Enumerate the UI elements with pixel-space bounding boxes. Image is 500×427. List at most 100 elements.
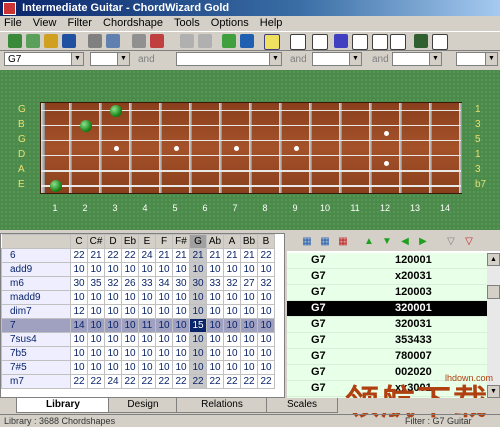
table-cell[interactable]: 10 [104, 262, 122, 277]
table-cell[interactable]: 30 [70, 276, 88, 291]
table-row[interactable]: 7b5 10 10 10 10 10 10 10 10 10 10 10 10 [1, 346, 275, 361]
menu-chordshape[interactable]: Chordshape [103, 16, 163, 30]
filter-icon[interactable]: ▽ [445, 236, 457, 248]
table-row[interactable]: 7sus4 10 10 10 10 10 10 10 10 10 10 10 10 [1, 332, 275, 347]
table-cell[interactable]: 10 [240, 346, 258, 361]
table-cell[interactable]: 22 [70, 248, 88, 263]
chord-view-2-icon[interactable] [312, 34, 328, 50]
table-cell[interactable]: 10 [206, 332, 224, 347]
guitar-neck[interactable] [40, 102, 462, 194]
table-cell[interactable]: 10 [155, 304, 173, 319]
table-cell[interactable]: 32 [104, 276, 122, 291]
chord-view-5-icon[interactable] [372, 34, 388, 50]
table-cell[interactable]: 10 [206, 360, 224, 375]
tab-relations[interactable]: Relations [176, 398, 268, 413]
table-cell[interactable]: 10 [172, 262, 190, 277]
table-cell[interactable]: 10 [121, 360, 139, 375]
table-cell[interactable]: 10 [257, 290, 275, 305]
list-item[interactable]: G7 320031 [287, 317, 487, 333]
table-cell[interactable]: 24 [104, 374, 122, 389]
scroll-thumb[interactable] [487, 285, 500, 299]
table-cell[interactable]: 10 [206, 304, 224, 319]
column-header-csharp[interactable]: C# [87, 234, 105, 249]
finger-position-marker[interactable] [50, 179, 62, 192]
table-cell[interactable]: 10 [240, 332, 258, 347]
table-row[interactable]: 6 22 21 22 22 24 21 21 21 21 21 21 22 [1, 248, 275, 263]
chord-view-4-icon[interactable] [352, 34, 368, 50]
menu-filter[interactable]: Filter [68, 16, 92, 30]
table-cell[interactable]: 22 [87, 374, 105, 389]
table-cell[interactable]: 24 [138, 248, 156, 263]
fretboard-view-icon[interactable] [264, 34, 280, 50]
chevron-down-icon[interactable]: ▼ [485, 53, 497, 65]
table-cell[interactable]: 10 [104, 318, 122, 333]
table-cell[interactable]: 10 [257, 318, 275, 333]
chevron-down-icon[interactable]: ▼ [71, 53, 83, 65]
table-row[interactable]: madd9 10 10 10 10 10 10 10 10 10 10 10 10 [1, 290, 275, 305]
table-cell[interactable]: 10 [240, 290, 258, 305]
table-cell[interactable]: 21 [172, 248, 190, 263]
list-item[interactable]: G7 353433 [287, 333, 487, 349]
menu-options[interactable]: Options [211, 16, 249, 30]
chord-view-1-icon[interactable] [290, 34, 306, 50]
chord-type-name[interactable]: add9 [1, 262, 71, 277]
shape-tool-3-icon[interactable]: ▦ [337, 236, 349, 248]
list-item[interactable]: G7 320001 [287, 301, 487, 317]
filter-select-2[interactable]: ▼ [90, 52, 130, 66]
table-cell[interactable]: 22 [189, 374, 207, 389]
table-cell[interactable]: 35 [87, 276, 105, 291]
table-cell[interactable]: 34 [155, 276, 173, 291]
table-cell[interactable]: 10 [155, 262, 173, 277]
table-cell[interactable]: 10 [138, 346, 156, 361]
table-cell[interactable]: 15 [189, 318, 207, 333]
table-cell[interactable]: 10 [206, 318, 224, 333]
table-cell[interactable]: 10 [121, 318, 139, 333]
table-cell[interactable]: 33 [138, 276, 156, 291]
zoom-icon[interactable] [414, 34, 428, 48]
table-cell[interactable]: 22 [206, 374, 224, 389]
chevron-down-icon[interactable]: ▼ [269, 53, 281, 65]
table-cell[interactable]: 10 [223, 304, 241, 319]
chord-type-name[interactable]: m7 [1, 374, 71, 389]
arrow-up-icon[interactable]: ▲ [363, 236, 375, 248]
table-cell[interactable]: 10 [257, 346, 275, 361]
menu-help[interactable]: Help [260, 16, 283, 30]
filter-select-4[interactable]: ▼ [312, 52, 362, 66]
save-icon[interactable] [62, 34, 76, 48]
table-cell[interactable]: 11 [138, 318, 156, 333]
table-cell[interactable]: 10 [87, 332, 105, 347]
arrow-down-icon[interactable]: ▼ [381, 236, 393, 248]
table-cell[interactable]: 12 [70, 304, 88, 319]
arrow-right-icon[interactable]: ▶ [417, 236, 429, 248]
table-cell[interactable]: 10 [87, 346, 105, 361]
table-cell[interactable]: 10 [223, 332, 241, 347]
chord-type-name[interactable]: 6 [1, 248, 71, 263]
table-cell[interactable]: 10 [206, 262, 224, 277]
table-cell[interactable]: 10 [121, 332, 139, 347]
table-cell[interactable]: 21 [240, 248, 258, 263]
table-cell[interactable]: 22 [121, 248, 139, 263]
column-header-fsharp[interactable]: F# [172, 234, 190, 249]
table-cell[interactable]: 21 [223, 248, 241, 263]
table-cell[interactable]: 10 [189, 262, 207, 277]
table-cell[interactable]: 10 [189, 290, 207, 305]
table-cell[interactable]: 10 [104, 304, 122, 319]
clear-filter-icon[interactable] [150, 34, 164, 48]
scroll-up-icon[interactable]: ▲ [487, 253, 500, 266]
table-cell[interactable]: 10 [104, 290, 122, 305]
chord-filter-select[interactable]: G7 ▼ [4, 52, 84, 66]
table-cell[interactable]: 10 [87, 318, 105, 333]
chord-type-name[interactable]: m6 [1, 276, 71, 291]
table-cell[interactable]: 26 [121, 276, 139, 291]
table-cell[interactable]: 14 [70, 318, 88, 333]
list-item[interactable]: G7 120003 [287, 285, 487, 301]
table-cell[interactable]: 10 [172, 360, 190, 375]
table-cell[interactable]: 10 [189, 346, 207, 361]
chevron-down-icon[interactable]: ▼ [429, 53, 441, 65]
table-cell[interactable]: 27 [240, 276, 258, 291]
table-cell[interactable]: 10 [223, 346, 241, 361]
menu-file[interactable]: File [4, 16, 22, 30]
new-icon[interactable] [8, 34, 22, 48]
chord-type-name[interactable]: 7 [1, 318, 71, 333]
arrow-left-icon[interactable]: ◀ [399, 236, 411, 248]
